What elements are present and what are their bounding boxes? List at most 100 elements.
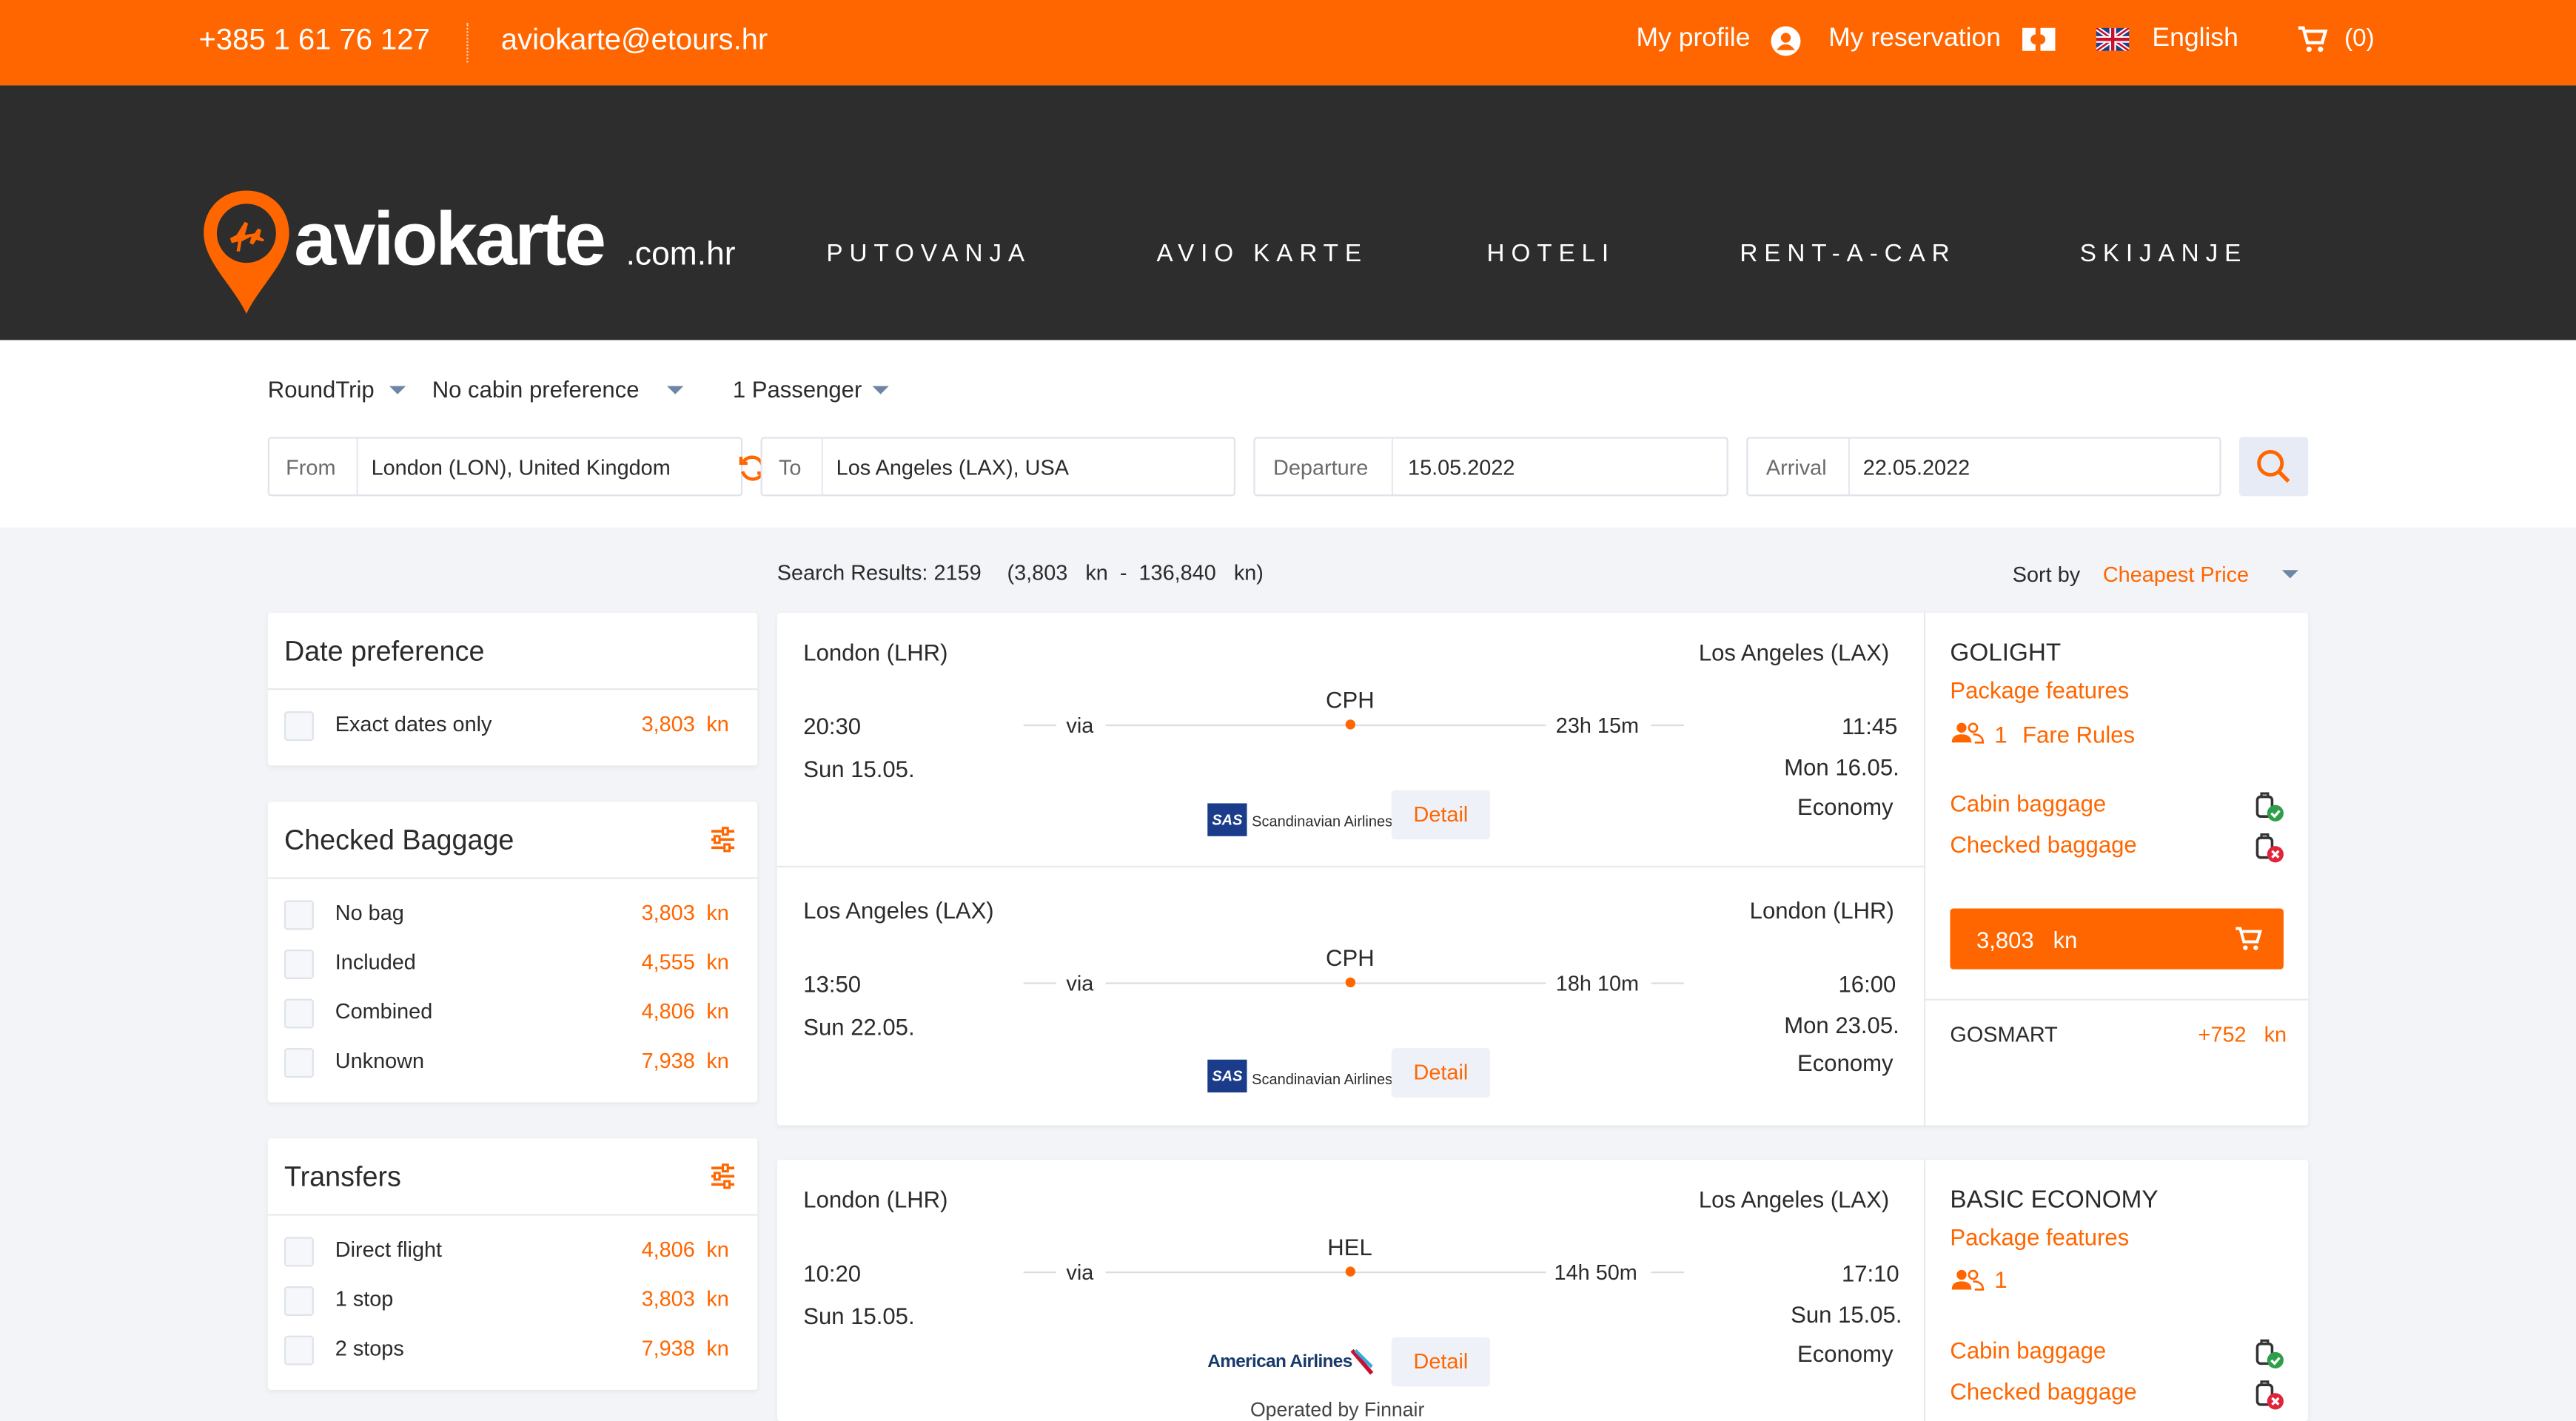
cabin-baggage-link[interactable]: Cabin baggage (1950, 1337, 2106, 1364)
no-bag-checkbox[interactable] (284, 900, 314, 930)
filter-option-label: Unknown (335, 1048, 425, 1073)
divider (267, 688, 758, 691)
currency-label: kn (706, 1286, 729, 1311)
user-icon[interactable] (1769, 24, 1802, 57)
one-stop-checkbox[interactable] (284, 1286, 314, 1316)
arrival-time: 16:00 (1838, 970, 1896, 998)
filter-option-label: 1 stop (335, 1286, 394, 1311)
arrival-date: Sun 15.05. (1791, 1301, 1902, 1328)
currency-label: kn (706, 900, 729, 925)
detail-button[interactable]: Detail (1391, 790, 1490, 840)
exact-dates-checkbox[interactable] (284, 711, 314, 742)
top-bar: +385 1 61 76 127 aviokarte@etours.hr My … (0, 0, 2576, 86)
nav-hoteli[interactable]: HOTELI (1487, 240, 1616, 268)
passenger-count: 1 (1994, 721, 2008, 748)
divider (267, 1214, 758, 1216)
divider (1391, 438, 1394, 495)
airline-name: American Airlines (1207, 1351, 1352, 1372)
route-line (1023, 1271, 1057, 1274)
route-line (1651, 724, 1684, 727)
price-range: (3,803 kn - 136,840 kn) (1007, 560, 1264, 585)
detail-button[interactable]: Detail (1391, 1048, 1490, 1098)
chevron-down-icon[interactable] (2281, 570, 2298, 579)
filter-settings-icon[interactable] (708, 1161, 738, 1191)
chevron-down-icon[interactable] (389, 386, 406, 394)
to-field[interactable]: To Los Angeles (LAX), USA (760, 437, 1235, 497)
cart-count[interactable]: (0) (2344, 24, 2375, 53)
search-icon (2257, 449, 2290, 483)
to-value[interactable]: Los Angeles (LAX), USA (836, 455, 1069, 480)
filter-option-label: Exact dates only (335, 711, 492, 736)
ticket-icon[interactable] (2021, 24, 2057, 54)
date-preference-filter: Date preference Exact dates only 3,803 k… (267, 612, 758, 766)
nav-skijanje[interactable]: SKIJANJE (2080, 240, 2247, 268)
airline-name: Scandinavian Airlines (1252, 1071, 1393, 1088)
departure-time: 20:30 (803, 713, 862, 739)
from-field[interactable]: From London (LON), United Kingdom (267, 437, 743, 497)
sort-select[interactable]: Cheapest Price (2103, 562, 2249, 586)
my-profile-link[interactable]: My profile (1637, 24, 1751, 54)
via-label: via (1066, 1260, 1094, 1285)
combined-checkbox[interactable] (284, 998, 314, 1029)
cabin-baggage-link[interactable]: Cabin baggage (1950, 790, 2106, 817)
route-line (1105, 1271, 1546, 1274)
trip-type-select[interactable]: RoundTrip (268, 376, 375, 403)
currency-label: kn (706, 949, 729, 975)
nav-rent-a-car[interactable]: RENT-A-CAR (1740, 240, 1956, 268)
email-link[interactable]: aviokarte@etours.hr (501, 23, 768, 58)
arrival-field[interactable]: Arrival 22.05.2022 (1746, 437, 2221, 497)
fare-rules-link[interactable]: Fare Rules (2022, 721, 2135, 748)
cabin-select[interactable]: No cabin preference (432, 376, 640, 403)
passengers-select[interactable]: 1 Passenger (733, 376, 862, 403)
checked-baggage-link[interactable]: Checked baggage (1950, 1378, 2136, 1405)
cart-icon[interactable] (2297, 24, 2330, 54)
package-features-link[interactable]: Package features (1950, 677, 2129, 704)
unknown-checkbox[interactable] (284, 1048, 314, 1078)
from-value[interactable]: London (LON), United Kingdom (372, 455, 671, 480)
filter-title: Date preference (284, 636, 485, 668)
destination-airport: Los Angeles (LAX) (1698, 1186, 1890, 1213)
two-stops-checkbox[interactable] (284, 1335, 314, 1365)
alt-fare-name[interactable]: GOSMART (1950, 1022, 2057, 1047)
checked-baggage-link[interactable]: Checked baggage (1950, 831, 2136, 858)
phone-link[interactable]: +385 1 61 76 127 (199, 23, 430, 58)
destination-airport: Los Angeles (LAX) (1698, 639, 1890, 665)
passenger-count: 1 (1994, 1266, 2008, 1293)
language-selector[interactable]: English (2152, 24, 2238, 54)
departure-value[interactable]: 15.05.2022 (1408, 455, 1515, 480)
checked-baggage-excluded-icon (2255, 1380, 2284, 1410)
uk-flag-icon[interactable] (2096, 27, 2130, 51)
detail-button[interactable]: Detail (1391, 1337, 1490, 1387)
search-button[interactable] (2239, 437, 2309, 497)
origin-airport: Los Angeles (LAX) (803, 896, 994, 924)
package-features-link[interactable]: Package features (1950, 1224, 2129, 1251)
chevron-down-icon[interactable] (667, 386, 684, 394)
filter-title: Transfers (284, 1161, 401, 1193)
alt-fare-price[interactable]: +752 kn (2198, 1022, 2287, 1047)
destination-airport: London (LHR) (1749, 896, 1894, 924)
fare-price: 3,803 kn (1976, 926, 2078, 953)
divider (356, 438, 358, 495)
arrival-label: Arrival (1765, 454, 1827, 480)
cabin-baggage-included-icon (2255, 1339, 2284, 1369)
stop-airport: HEL (1327, 1233, 1372, 1260)
nav-putovanja[interactable]: PUTOVANJA (826, 240, 1031, 268)
search-panel: RoundTrip No cabin preference 1 Passenge… (0, 340, 2576, 528)
select-fare-button[interactable]: 3,803 kn (1950, 908, 2284, 970)
via-label: via (1066, 713, 1094, 738)
divider (1923, 612, 1926, 1126)
currency-label: kn (706, 1048, 729, 1073)
stop-airport: CPH (1326, 686, 1375, 713)
arrival-value[interactable]: 22.05.2022 (1863, 455, 1970, 480)
departure-field[interactable]: Departure 15.05.2022 (1253, 437, 1728, 497)
cart-icon (2235, 927, 2262, 950)
chevron-down-icon[interactable] (872, 386, 889, 394)
nav-avio-karte[interactable]: AVIO KARTE (1156, 240, 1368, 268)
filter-settings-icon[interactable] (708, 824, 738, 854)
filter-option-price: 4,806 (641, 1237, 695, 1262)
my-reservation-link[interactable]: My reservation (1828, 24, 2001, 54)
flight-offer-card: London (LHR) Los Angeles (LAX) HEL 10:20… (777, 1160, 2309, 1421)
direct-flight-checkbox[interactable] (284, 1237, 314, 1267)
included-checkbox[interactable] (284, 949, 314, 979)
route-line (1651, 982, 1684, 984)
